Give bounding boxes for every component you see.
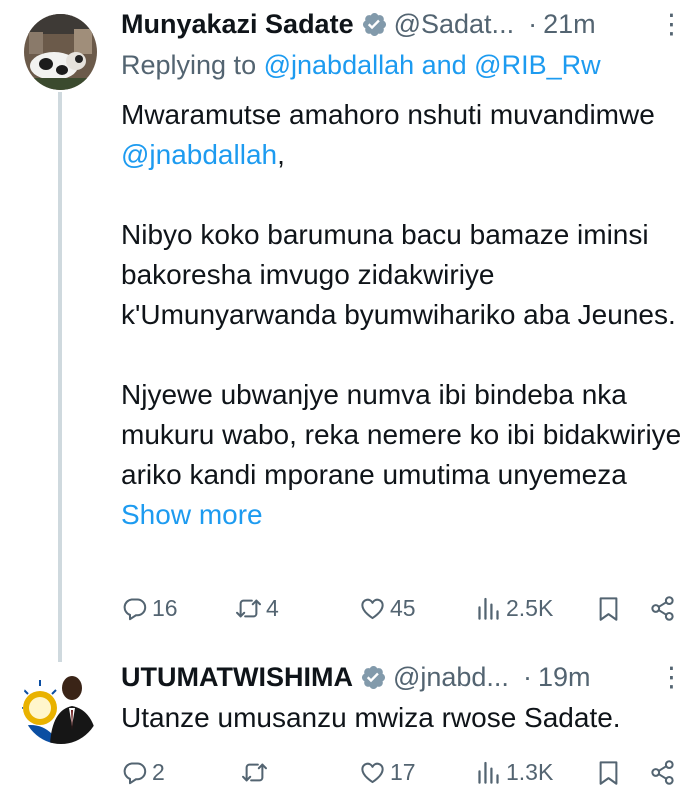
share-button[interactable]	[649, 755, 676, 789]
bookmark-button[interactable]	[595, 591, 622, 625]
repost-button[interactable]	[241, 755, 272, 789]
bookmark-icon	[599, 596, 618, 621]
tweet-header: Munyakazi Sadate @Sadat... · 21m ⋮	[121, 7, 685, 41]
replying-mentions[interactable]: @jnabdallah and @RIB_Rw	[264, 50, 601, 80]
tweet-paragraph: Nibyo koko barumuna bacu bamaze iminsi b…	[121, 219, 676, 330]
author-name[interactable]: Munyakazi Sadate	[121, 9, 354, 40]
more-vertical-icon[interactable]: ⋮	[658, 9, 685, 40]
show-more-link[interactable]: Show more	[121, 499, 263, 530]
share-icon	[651, 759, 674, 785]
repost-icon	[236, 599, 261, 617]
repost-icon	[242, 763, 267, 781]
share-icon	[651, 595, 674, 621]
reply-icon	[123, 761, 147, 784]
tweet-1[interactable]: Munyakazi Sadate @Sadat... · 21m ⋮ Reply…	[0, 0, 695, 662]
views-count: 2.5K	[506, 594, 554, 621]
repost-count: 4	[266, 594, 279, 621]
reply-count: 2	[152, 758, 165, 785]
mention-link[interactable]: @jnabdallah	[121, 139, 277, 170]
share-button[interactable]	[649, 591, 676, 625]
reply-button[interactable]: 16	[121, 591, 178, 625]
views-count: 1.3K	[506, 758, 554, 785]
tweet-2[interactable]: UTUMATWISHIMA @jnabd... · 19m ⋮ Utanze u…	[0, 650, 695, 801]
author-handle[interactable]: @Sadat...	[394, 9, 514, 40]
tweet-paragraph: Mwaramutse amahoro nshuti muvandimwe @jn…	[121, 95, 691, 175]
tweet-text: Utanze umusanzu mwiza rwose Sadate.	[121, 702, 621, 733]
verified-badge-icon	[362, 12, 386, 36]
more-vertical-icon[interactable]: ⋮	[658, 662, 685, 693]
tweet-header: UTUMATWISHIMA @jnabd... · 19m ⋮	[121, 660, 685, 694]
tweet-paragraph: Njyewe ubwanjye numva ibi bindeba nka mu…	[121, 375, 691, 535]
author-name[interactable]: UTUMATWISHIMA	[121, 662, 353, 693]
verified-badge-icon	[361, 665, 385, 689]
views-button[interactable]: 1.3K	[475, 755, 553, 789]
greeting-text: Mwaramutse amahoro nshuti muvandimwe	[121, 99, 655, 130]
avatar-photo	[24, 14, 97, 90]
paragraph-text: Njyewe ubwanjye numva ibi bindeba nka mu…	[121, 379, 682, 490]
views-bar-chart-icon	[478, 761, 499, 784]
views-button[interactable]: 2.5K	[475, 591, 553, 625]
heart-icon	[361, 598, 384, 619]
heart-icon	[361, 762, 384, 783]
reply-icon	[123, 597, 147, 620]
bookmark-icon	[599, 760, 618, 785]
author-avatar-utumatwishima[interactable]	[22, 664, 100, 744]
separator-dot: ·	[528, 8, 538, 39]
tweet-actions: 2 17 1.3K	[121, 755, 685, 789]
timestamp[interactable]: 21m	[543, 9, 596, 40]
avatar-photo	[22, 664, 100, 744]
tweet-actions: 16 4 45 2.5K	[121, 591, 685, 625]
like-count: 45	[390, 594, 416, 621]
views-bar-chart-icon	[478, 597, 499, 620]
repost-button[interactable]: 4	[235, 591, 279, 625]
like-button[interactable]: 17	[359, 755, 416, 789]
greeting-suffix: ,	[277, 139, 285, 170]
like-count: 17	[390, 758, 416, 785]
reply-button[interactable]: 2	[121, 755, 165, 789]
separator-dot: ·	[522, 661, 532, 692]
bookmark-button[interactable]	[595, 755, 622, 789]
tweet-text: Mwaramutse amahoro nshuti muvandimwe @jn…	[121, 95, 691, 535]
author-avatar-munyakazi[interactable]	[24, 14, 97, 90]
author-handle[interactable]: @jnabd...	[393, 662, 509, 693]
like-button[interactable]: 45	[359, 591, 416, 625]
reply-count: 16	[152, 594, 178, 621]
replying-label: Replying to	[121, 50, 257, 80]
replying-to: Replying to @jnabdallah and @RIB_Rw	[121, 50, 601, 81]
thread-line	[58, 92, 62, 662]
timestamp[interactable]: 19m	[538, 662, 591, 693]
